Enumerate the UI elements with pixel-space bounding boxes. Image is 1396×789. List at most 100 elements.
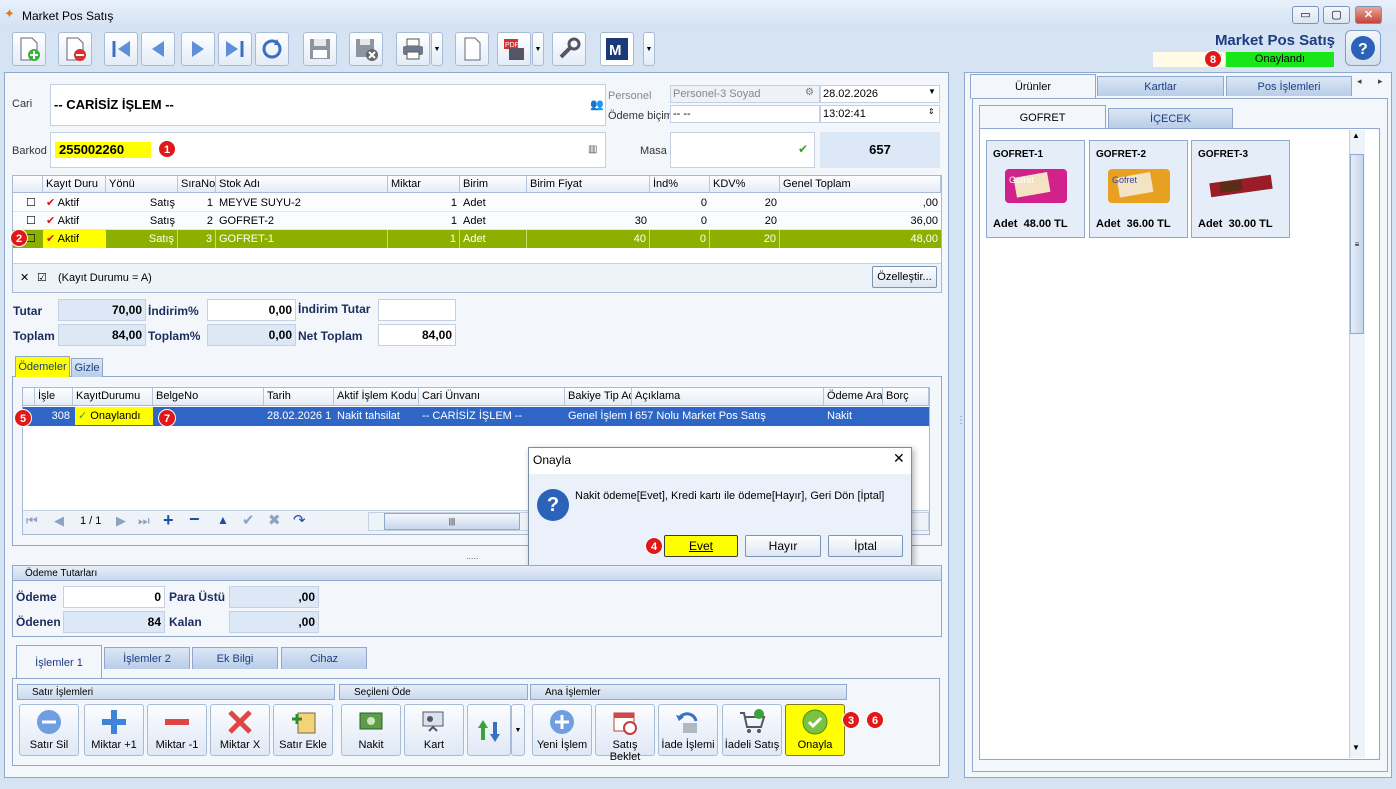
dialog-close-icon[interactable]: ✕ xyxy=(893,450,905,467)
col-kayit-durumu[interactable]: KayıtDurumu xyxy=(73,388,153,405)
barcode-icon[interactable]: ▥ xyxy=(588,144,597,155)
pdf-dropdown-icon[interactable]: ▼ xyxy=(532,32,544,66)
remove-icon[interactable]: − xyxy=(189,509,200,530)
col-cari-unvani[interactable]: Cari Ünvanı xyxy=(419,388,565,405)
tab-pos-islemleri[interactable]: Pos İşlemleri xyxy=(1226,76,1352,96)
col-odeme-araci[interactable]: Ödeme Ara xyxy=(824,388,883,405)
tab-islemler-1[interactable]: İşlemler 1 xyxy=(16,645,102,679)
first-icon[interactable] xyxy=(104,32,138,66)
help-button[interactable]: ? xyxy=(1345,30,1381,66)
col-isle[interactable]: İşle xyxy=(35,388,73,405)
prev-icon[interactable] xyxy=(141,32,175,66)
tab-icecek[interactable]: İÇECEK xyxy=(1108,108,1233,128)
date-dropdown-icon[interactable]: ▼ xyxy=(928,87,936,96)
personel-field[interactable]: Personel-3 Soyad xyxy=(670,85,820,103)
splitter-handle[interactable]: ..... xyxy=(466,551,479,561)
check-icon[interactable]: ✔ xyxy=(798,142,808,156)
col-belge-no[interactable]: BelgeNo xyxy=(153,388,264,405)
product-card[interactable]: GOFRET-2 Gofret Adet 36.00 TL xyxy=(1089,140,1188,238)
pdf-icon[interactable]: PDF xyxy=(497,32,531,66)
satis-beklet-button[interactable]: Satış Beklet xyxy=(595,704,655,763)
col-tarih[interactable]: Tarih xyxy=(264,388,334,405)
col-birim[interactable]: Birim xyxy=(460,176,527,193)
pager-next-icon[interactable]: ▶ xyxy=(116,513,126,529)
col-stok-adi[interactable]: Stok Adı xyxy=(216,176,388,193)
table-row[interactable]: ☐ ✔ Aktif Satış 2 GOFRET-2 1 Adet 30 0 2… xyxy=(13,212,941,230)
yes-button[interactable]: Evet xyxy=(664,535,738,557)
print-icon[interactable] xyxy=(396,32,430,66)
col-borc[interactable]: Borç xyxy=(883,388,929,405)
table-row-selected[interactable]: ☐ ✔ Aktif Satış 3 GOFRET-1 1 Adet 40 0 2… xyxy=(13,230,941,248)
m-icon[interactable]: M xyxy=(600,32,634,66)
yeni-islem-button[interactable]: Yeni İşlem xyxy=(532,704,592,756)
redo-icon[interactable]: ↷ xyxy=(293,511,306,529)
last-icon[interactable] xyxy=(218,32,252,66)
scrollbar-thumb[interactable]: ||| xyxy=(384,513,520,530)
save-icon[interactable] xyxy=(303,32,337,66)
scroll-up-icon[interactable]: ▲ xyxy=(1352,131,1360,140)
refresh-icon[interactable] xyxy=(255,32,289,66)
close-button[interactable]: ✕ xyxy=(1355,6,1382,24)
odeme-field[interactable]: -- -- xyxy=(670,105,820,123)
indirim-pct-field[interactable]: 0,00 xyxy=(207,299,296,321)
product-card[interactable]: GOFRET-3 Adet 30.00 TL xyxy=(1191,140,1290,238)
add-icon[interactable]: + xyxy=(163,510,174,531)
onayla-button[interactable]: Onayla xyxy=(785,704,845,756)
tab-kartlar[interactable]: Kartlar xyxy=(1097,76,1224,96)
delete-doc-icon[interactable] xyxy=(58,32,92,66)
cancel-icon[interactable]: ✖ xyxy=(268,511,281,529)
tab-ek-bilgi[interactable]: Ek Bilgi xyxy=(192,647,278,669)
odeme-field[interactable]: 0 xyxy=(63,586,165,608)
nakit-button[interactable]: Nakit xyxy=(341,704,401,756)
miktar-x-button[interactable]: Miktar X xyxy=(210,704,270,756)
iadeli-satis-button[interactable]: İadeli Satış xyxy=(722,704,782,756)
pager-prev-icon[interactable]: ◀ xyxy=(54,513,64,529)
col-ind[interactable]: İnd% xyxy=(650,176,710,193)
users-icon[interactable]: 👥 xyxy=(590,98,604,111)
col-aktif-islem-kodu[interactable]: Aktif İşlem Kodu xyxy=(334,388,419,405)
col-birim-fiyat[interactable]: Birim Fiyat xyxy=(527,176,650,193)
scrollbar-thumb[interactable]: ≡ xyxy=(1350,154,1364,334)
miktar-minus-button[interactable]: Miktar -1 xyxy=(147,704,207,756)
date-field[interactable]: 28.02.2026 xyxy=(820,85,940,103)
iade-islemi-button[interactable]: İade İşlemi xyxy=(658,704,718,756)
col-genel-toplam[interactable]: Genel Toplam xyxy=(780,176,941,193)
col-yonu[interactable]: Yönü xyxy=(106,176,178,193)
no-button[interactable]: Hayır xyxy=(745,535,821,557)
indirim-tutar-field[interactable] xyxy=(378,299,456,321)
filter-checkbox[interactable]: ☑ xyxy=(37,271,47,284)
tab-scroll-left-icon[interactable]: ◂ xyxy=(1357,76,1362,87)
col-sirano[interactable]: SıraNo xyxy=(178,176,216,193)
time-spin-icon[interactable]: ⇕ xyxy=(928,107,935,116)
personel-lookup-icon[interactable]: ⚙ xyxy=(805,87,814,98)
pager-first-icon[interactable]: ⏮ xyxy=(26,513,38,529)
tab-scroll-right-icon[interactable]: ▸ xyxy=(1378,76,1383,87)
miktar-plus-button[interactable]: Miktar +1 xyxy=(84,704,144,756)
satir-sil-button[interactable]: Satır Sil xyxy=(19,704,79,756)
satir-ekle-button[interactable]: Satır Ekle xyxy=(273,704,333,756)
time-field[interactable]: 13:02:41 xyxy=(820,105,940,123)
pager-last-icon[interactable]: ⏭ xyxy=(138,513,150,529)
confirm-icon[interactable]: ✔ xyxy=(242,511,255,529)
kart-button[interactable]: Kart xyxy=(404,704,464,756)
tab-urunler[interactable]: Ürünler xyxy=(970,74,1096,99)
col-kayit-durumu[interactable]: Kayıt Duru xyxy=(43,176,106,193)
col-bakiye-tip[interactable]: Bakiye Tip Ac xyxy=(565,388,632,405)
table-row[interactable]: ☐ ✔ Aktif Satış 1 MEYVE SUYU-2 1 Adet 0 … xyxy=(13,194,941,212)
col-kdv[interactable]: KDV% xyxy=(710,176,780,193)
customize-button[interactable]: Özelleştir... xyxy=(872,266,937,288)
maximize-button[interactable]: ▢ xyxy=(1323,6,1350,24)
scroll-down-icon[interactable]: ▼ xyxy=(1352,743,1360,752)
tab-islemler-2[interactable]: İşlemler 2 xyxy=(104,647,190,669)
row-checkbox[interactable]: ☐ xyxy=(23,194,43,212)
settings-icon[interactable] xyxy=(552,32,586,66)
sort-button[interactable] xyxy=(467,704,511,756)
up-icon[interactable]: ▲ xyxy=(217,513,229,527)
blank-doc-icon[interactable] xyxy=(455,32,489,66)
minimize-button[interactable]: ▭ xyxy=(1292,6,1319,24)
print-dropdown-icon[interactable]: ▼ xyxy=(431,32,443,66)
cancel-button[interactable]: İptal xyxy=(828,535,903,557)
tab-cihaz[interactable]: Cihaz xyxy=(281,647,367,669)
new-doc-icon[interactable] xyxy=(12,32,46,66)
m-dropdown-icon[interactable]: ▼ xyxy=(643,32,655,66)
